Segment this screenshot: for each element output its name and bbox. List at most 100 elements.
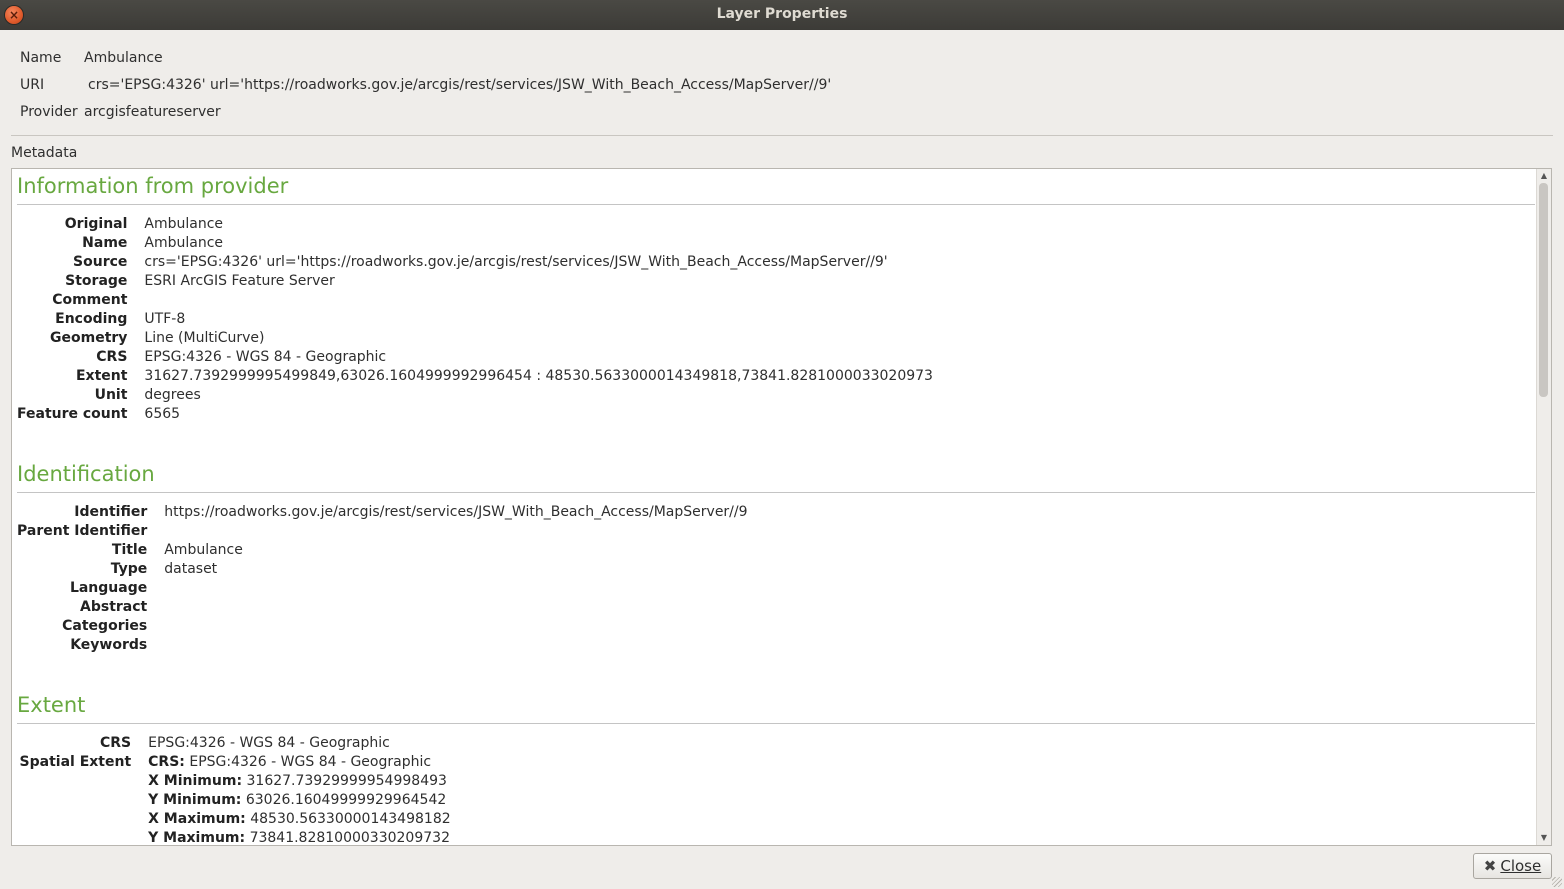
row-value: UTF-8	[144, 311, 186, 327]
metadata-panel[interactable]: Information from provider Original Ambula…	[11, 168, 1552, 846]
table-row: Spatial Extent CRS: EPSG:4326 - WGS 84 -…	[17, 753, 451, 846]
spatial-extent-val: 48530.56330000143498182	[250, 811, 451, 827]
info-heading: Information from provider	[17, 174, 1535, 205]
extent-crs-value: EPSG:4326 - WGS 84 - Geographic	[148, 735, 390, 751]
table-row: Keywords	[17, 636, 748, 655]
row-value: crs='EPSG:4326' url='https://roadworks.g…	[144, 254, 888, 270]
table-row: Geometry Line (MultiCurve)	[17, 329, 933, 348]
spatial-extent-val: EPSG:4326 - WGS 84 - Geographic	[189, 754, 432, 770]
spatial-extent-key: CRS:	[148, 754, 185, 770]
row-key: Language	[69, 580, 148, 596]
row-value: Line (MultiCurve)	[144, 330, 265, 346]
table-row: Source crs='EPSG:4326' url='https://roadw…	[17, 253, 933, 272]
row-value: dataset	[164, 561, 218, 577]
row-key: Storage	[65, 273, 128, 289]
uri-row: URI crs='EPSG:4326' url='https://roadwor…	[20, 77, 831, 93]
row-key: Encoding	[55, 311, 128, 327]
provider-label: Provider	[20, 104, 78, 120]
uri-label: URI	[20, 77, 45, 93]
row-key: Identifier	[74, 504, 148, 520]
row-key: Source	[73, 254, 128, 270]
row-key: Extent	[75, 368, 128, 384]
scroll-down-icon[interactable]: ▼	[1539, 833, 1549, 843]
metadata-label: Metadata	[11, 145, 78, 161]
row-value: 6565	[144, 406, 181, 422]
row-key: Unit	[94, 387, 128, 403]
row-value	[164, 617, 747, 636]
divider	[11, 135, 1553, 136]
table-row: Unit degrees	[17, 386, 933, 405]
spatial-extent-key: X Maximum:	[148, 811, 246, 827]
table-row: Language	[17, 579, 748, 598]
spatial-extent-line: CRS: EPSG:4326 - WGS 84 - Geographic	[148, 753, 451, 772]
extent-crs-key: CRS	[100, 735, 132, 751]
row-key: Categories	[62, 618, 148, 634]
table-row: Abstract	[17, 598, 748, 617]
name-label: Name	[20, 50, 62, 66]
spatial-extent-line: X Maximum: 48530.56330000143498182	[148, 810, 451, 829]
spatial-extent-line: X Minimum: 31627.73929999954998493	[148, 772, 451, 791]
table-row: Categories	[17, 617, 748, 636]
row-key: Keywords	[70, 637, 148, 653]
table-row: Title Ambulance	[17, 541, 748, 560]
uri-value: crs='EPSG:4326' url='https://roadworks.g…	[88, 77, 832, 93]
table-row: Type dataset	[17, 560, 748, 579]
info-table: Original Ambulance Name Ambulance Source crs=…	[17, 215, 933, 424]
row-key: Abstract	[80, 599, 148, 615]
resize-grip-icon[interactable]	[1552, 877, 1562, 887]
scroll-up-icon[interactable]: ▲	[1539, 171, 1549, 181]
row-value: Ambulance	[164, 542, 243, 558]
name-row: Name Ambulance	[20, 50, 163, 66]
spatial-extent-key: Y Maximum:	[148, 830, 246, 846]
provider-value: arcgisfeatureserver	[84, 104, 221, 120]
identification-heading: Identification	[17, 462, 1535, 493]
row-value: Ambulance	[144, 235, 224, 251]
row-key: Original	[64, 216, 128, 232]
table-row: Feature count 6565	[17, 405, 933, 424]
row-key: Title	[111, 542, 148, 558]
spatial-extent-value: CRS: EPSG:4326 - WGS 84 - Geographic X Mi…	[148, 753, 451, 846]
row-value: degrees	[144, 387, 201, 403]
row-key: Feature count	[17, 406, 128, 422]
row-value: ESRI ArcGIS Feature Server	[144, 273, 335, 289]
table-row: Identifier https://roadworks.gov.je/arcgi…	[17, 503, 747, 522]
table-row: Name Ambulance	[17, 234, 933, 253]
spatial-extent-line: Y Maximum: 73841.82810000330209732	[148, 829, 451, 846]
title-bar: × Layer Properties	[0, 0, 1564, 30]
spatial-extent-val: 63026.16049999929964542	[245, 792, 447, 808]
row-key: Comment	[52, 292, 128, 308]
table-row: Storage ESRI ArcGIS Feature Server	[17, 272, 933, 291]
spatial-extent-key: Y Minimum:	[148, 792, 242, 808]
row-value: 31627.7392999995499849,63026.16049999929…	[144, 368, 933, 384]
spatial-extent-val: 31627.73929999954998493	[246, 773, 447, 789]
table-row: Encoding UTF-8	[17, 310, 933, 329]
row-value: EPSG:4326 - WGS 84 - Geographic	[144, 349, 387, 365]
row-value	[144, 291, 933, 310]
row-key: CRS	[96, 349, 128, 365]
spatial-extent-key: Spatial Extent	[19, 754, 132, 770]
info-section: Information from provider Original Ambula…	[17, 174, 1535, 424]
name-value: Ambulance	[84, 50, 163, 66]
extent-section: Extent CRS EPSG:4326 - WGS 84 - Geograph…	[17, 693, 1535, 846]
row-value	[164, 598, 747, 617]
row-value	[164, 579, 747, 598]
close-button[interactable]: ✖ Close	[1473, 853, 1552, 879]
table-row: Comment	[17, 291, 933, 310]
window-title: Layer Properties	[716, 6, 848, 22]
spatial-extent-key: X Minimum:	[148, 773, 243, 789]
spatial-extent-line: Y Minimum: 63026.16049999929964542	[148, 791, 451, 810]
table-row: Original Ambulance	[17, 215, 933, 234]
extent-table: CRS EPSG:4326 - WGS 84 - Geographic Spat…	[17, 734, 451, 846]
table-row: CRS EPSG:4326 - WGS 84 - Geographic	[17, 734, 451, 753]
identification-section: Identification Identifier https://roadwor…	[17, 462, 1535, 655]
row-key: Parent Identifier	[17, 523, 148, 539]
table-row: CRS EPSG:4326 - WGS 84 - Geographic	[17, 348, 933, 367]
spatial-extent-val: 73841.82810000330209732	[249, 830, 450, 846]
vertical-scrollbar[interactable]: ▲ ▼	[1536, 169, 1551, 845]
row-value: Ambulance	[144, 216, 224, 232]
provider-row: Provider arcgisfeatureserver	[20, 104, 221, 120]
scroll-thumb[interactable]	[1539, 183, 1548, 397]
row-key: Geometry	[50, 330, 128, 346]
identification-table: Identifier https://roadworks.gov.je/arcgi…	[17, 503, 748, 655]
row-key: Name	[82, 235, 128, 251]
